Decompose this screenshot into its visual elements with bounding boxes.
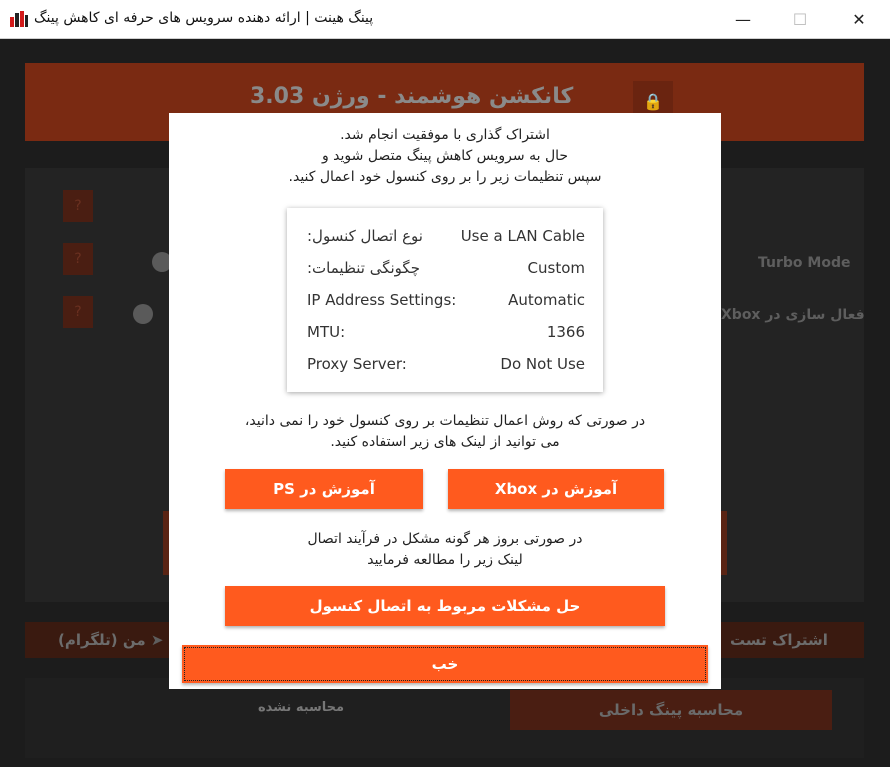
telegram-label: ➤ من (تلگرام) [58, 631, 163, 649]
xbox-mode-label: فعال سازی در Xbox [721, 307, 865, 323]
help-icon: ? [63, 243, 93, 275]
setting-row: Proxy Server: Do Not Use [307, 355, 585, 377]
setting-value: 1366 [546, 323, 585, 341]
intro-line: حال به سرویس کاهش پینگ متصل شوید و [321, 148, 569, 164]
setting-key: IP Address Settings: [307, 291, 457, 309]
setting-key: نوع اتصال کنسول: [307, 227, 423, 245]
setting-key: چگونگی تنظیمات: [307, 259, 420, 277]
intro-message: اشتراک گذاری با موفقیت انجام شد. حال به … [169, 125, 721, 188]
problem-line: در صورتی بروز هر گونه مشکل در فرآیند اتص… [307, 531, 583, 547]
help-line: می توانید از لینک های زیر استفاده کنید. [330, 434, 560, 450]
problem-message: در صورتی بروز هر گونه مشکل در فرآیند اتص… [169, 529, 721, 571]
setting-row: IP Address Settings: Automatic [307, 291, 585, 313]
telegram-icon: ➤ [150, 631, 164, 649]
calc-ping-button: محاسبه پینگ داخلی [510, 690, 832, 730]
setting-value: Custom [527, 259, 585, 277]
setting-value: Use a LAN Cable [460, 227, 585, 245]
maximize-button[interactable]: ☐ [777, 0, 823, 38]
setting-key: Proxy Server: [307, 355, 407, 373]
setting-key: MTU: [307, 323, 346, 341]
minimize-button[interactable]: — [720, 0, 766, 38]
turbo-mode-label: Turbo Mode [758, 255, 851, 271]
title-bar: پینگ هینت | ارائه دهنده سرویس های حرفه ا… [0, 0, 890, 39]
setting-row: چگونگی تنظیمات: Custom [307, 259, 585, 281]
console-settings-card: نوع اتصال کنسول: Use a LAN Cable چگونگی … [287, 208, 603, 392]
setting-value: Do Not Use [500, 355, 585, 373]
xbox-tutorial-button[interactable]: آموزش در Xbox [448, 469, 664, 509]
calc-status: محاسبه نشده [258, 700, 345, 715]
telegram-text: من (تلگرام) [58, 631, 146, 649]
help-line: در صورتی که روش اعمال تنظیمات بر روی کنس… [244, 413, 646, 429]
xbox-toggle [133, 304, 153, 324]
setting-row: MTU: 1366 [307, 323, 585, 345]
setting-value: Automatic [508, 291, 585, 309]
setting-row: نوع اتصال کنسول: Use a LAN Cable [307, 227, 585, 249]
share-test-label: اشتراک تست [730, 631, 828, 649]
help-message: در صورتی که روش اعمال تنظیمات بر روی کنس… [169, 411, 721, 453]
problem-line: لینک زیر را مطالعه فرمایید [367, 552, 523, 568]
share-success-dialog: اشتراک گذاری با موفقیت انجام شد. حال به … [169, 113, 721, 689]
intro-line: سپس تنظیمات زیر را بر روی کنسول خود اعما… [288, 169, 602, 185]
ok-button[interactable]: خب [182, 645, 708, 683]
window-title: پینگ هینت | ارائه دهنده سرویس های حرفه ا… [34, 10, 374, 26]
ps-tutorial-button[interactable]: آموزش در PS [225, 469, 423, 509]
close-button[interactable]: ✕ [836, 0, 882, 38]
help-icon: ? [63, 190, 93, 222]
app-header-title: کانکشن هوشمند - ورژن 3.03 [250, 84, 574, 109]
troubleshoot-button[interactable]: حل مشکلات مربوط به اتصال کنسول [225, 586, 665, 626]
help-icon: ? [63, 296, 93, 328]
app-logo-icon [10, 11, 28, 27]
intro-line: اشتراک گذاری با موفقیت انجام شد. [340, 127, 550, 143]
